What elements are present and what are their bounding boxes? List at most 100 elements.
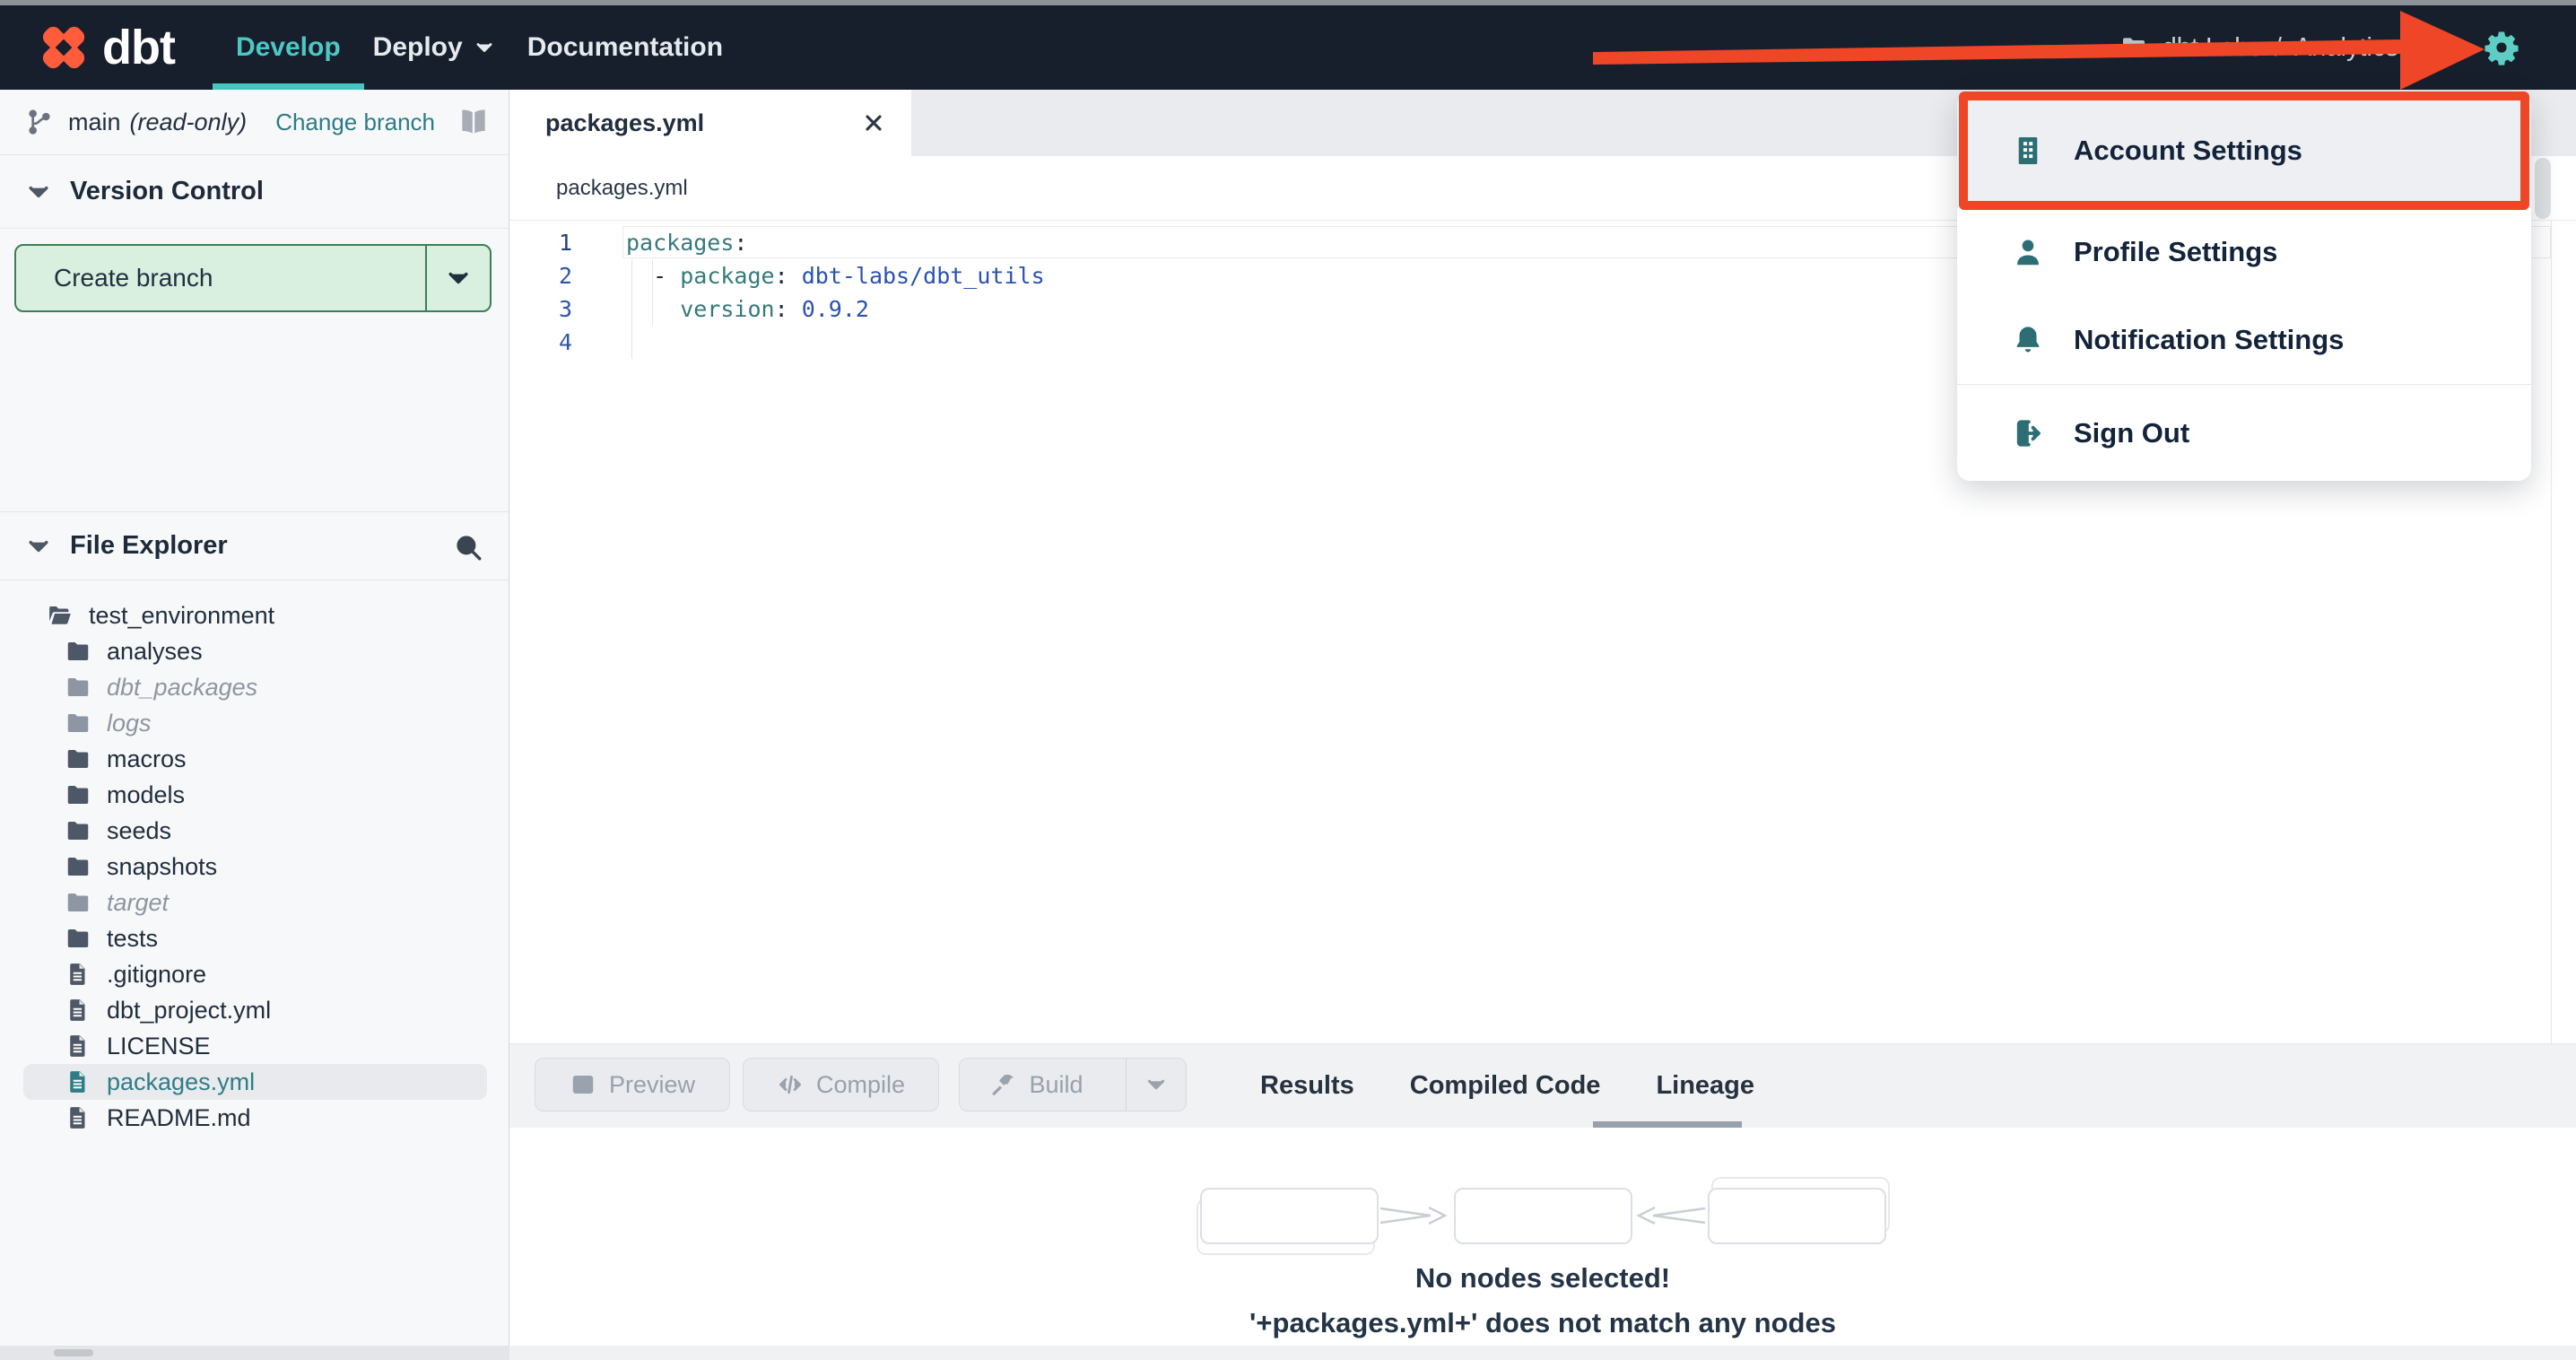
create-branch-button[interactable]: Create branch bbox=[14, 244, 492, 312]
chevron-down-icon bbox=[25, 533, 52, 560]
sidebar-scrollbar-track[interactable] bbox=[0, 1346, 509, 1360]
menu-item-label: Account Settings bbox=[2074, 135, 2302, 166]
tree-item-models[interactable]: models bbox=[23, 777, 487, 813]
org-folder-icon bbox=[2119, 33, 2148, 62]
menu-item-label: Sign Out bbox=[2074, 416, 2190, 449]
tree-item-label: tests bbox=[107, 924, 159, 952]
tree-item-dbt-packages[interactable]: dbt_packages bbox=[23, 669, 487, 705]
tree-item-label: .gitignore bbox=[107, 960, 207, 988]
code-text: packages: bbox=[626, 230, 748, 256]
org-name: dbt Labs bbox=[2162, 32, 2262, 62]
file-icon bbox=[65, 1068, 91, 1095]
tree-item-label: analyses bbox=[107, 637, 203, 665]
tree-item-label: test_environment bbox=[89, 601, 275, 629]
active-tab-underline bbox=[1593, 1121, 1742, 1128]
sidebar: main (read-only) Change branch Version C… bbox=[0, 90, 509, 1346]
user-settings-menu: Account Settings Profile Settings Notifica… bbox=[1957, 93, 2531, 481]
file-icon bbox=[65, 997, 91, 1024]
menu-item-notification-settings[interactable]: Notification Settings bbox=[1957, 296, 2531, 384]
docs-book-icon[interactable] bbox=[457, 105, 491, 139]
tree-item-label: snapshots bbox=[107, 852, 218, 880]
tree-item-macros[interactable]: macros bbox=[23, 741, 487, 777]
settings-gear-icon[interactable] bbox=[2483, 29, 2520, 66]
tree-item-readme-md[interactable]: README.md bbox=[23, 1100, 487, 1136]
folder-open-icon bbox=[47, 602, 74, 629]
panel-tab-lineage[interactable]: Lineage bbox=[1656, 1071, 1754, 1101]
sign-out-icon bbox=[2011, 416, 2045, 450]
nav-links: Develop Deploy Documentation bbox=[213, 5, 755, 90]
help-icon[interactable] bbox=[2418, 31, 2450, 64]
nav-item-deploy[interactable]: Deploy bbox=[373, 5, 495, 90]
tree-item-label: LICENSE bbox=[107, 1032, 211, 1059]
indent-guide bbox=[652, 259, 653, 326]
folder-icon bbox=[65, 710, 91, 737]
line-number: 1 bbox=[558, 230, 572, 256]
close-icon[interactable] bbox=[861, 110, 886, 135]
file-icon bbox=[65, 961, 91, 988]
lineage-skeleton-node bbox=[1200, 1188, 1379, 1244]
tree-item-label: packages.yml bbox=[107, 1068, 256, 1095]
git-branch-icon bbox=[25, 108, 54, 136]
folder-icon bbox=[65, 638, 91, 665]
file-explorer-header[interactable]: File Explorer bbox=[0, 511, 509, 580]
version-control-header[interactable]: Version Control bbox=[0, 155, 509, 229]
right-panel-handle[interactable] bbox=[2535, 158, 2551, 219]
dbt-logo-icon bbox=[36, 20, 91, 75]
change-branch-link[interactable]: Change branch bbox=[275, 109, 435, 136]
code-text: - package: dbt-labs/dbt_utils bbox=[626, 263, 1045, 289]
nav-item-label: Deploy bbox=[372, 32, 463, 62]
nav-item-documentation[interactable]: Documentation bbox=[527, 5, 723, 90]
tree-item-snapshots[interactable]: snapshots bbox=[23, 849, 487, 885]
search-icon[interactable] bbox=[453, 532, 483, 562]
tab-packages-yml[interactable]: packages.yml bbox=[509, 90, 911, 156]
dbt-logo[interactable]: dbt bbox=[36, 20, 176, 75]
scrollbar-thumb[interactable] bbox=[54, 1349, 93, 1356]
folder-icon bbox=[65, 925, 91, 952]
tree-item-license[interactable]: LICENSE bbox=[23, 1028, 487, 1064]
project-name: Analytics bbox=[2293, 32, 2398, 62]
org-project-breadcrumb: dbt Labs / Analytics bbox=[2163, 33, 2398, 63]
dbt-cloud-ide: dbt Develop Deploy Documentation dbt Labs … bbox=[0, 0, 2576, 1360]
tree-item-packages-yml[interactable]: packages.yml bbox=[23, 1064, 487, 1100]
lineage-panel: No nodes selected! '+packages.yml+' does… bbox=[509, 1128, 2576, 1346]
top-navbar: dbt Develop Deploy Documentation dbt Labs … bbox=[0, 5, 2576, 90]
nav-item-develop[interactable]: Develop bbox=[213, 5, 364, 90]
bell-icon bbox=[2011, 323, 2045, 357]
tree-item-logs[interactable]: logs bbox=[23, 705, 487, 741]
menu-item-profile-settings[interactable]: Profile Settings bbox=[1957, 208, 2531, 296]
tree-item-seeds[interactable]: seeds bbox=[23, 813, 487, 849]
line-number: 2 bbox=[558, 263, 572, 289]
chevron-down-icon bbox=[474, 37, 495, 58]
panel-tab-results[interactable]: Results bbox=[1260, 1071, 1354, 1101]
logo-text: dbt bbox=[102, 21, 176, 74]
panel-tab-compiled-code[interactable]: Compiled Code bbox=[1410, 1071, 1601, 1101]
file-tree: test_environment analyses dbt_packages logs… bbox=[0, 597, 509, 1136]
file-explorer-title: File Explorer bbox=[70, 531, 228, 560]
menu-item-label: Notification Settings bbox=[2074, 324, 2345, 355]
account-area[interactable]: dbt Labs / Analytics bbox=[2119, 5, 2520, 90]
panel-bottom-strip bbox=[509, 1346, 2576, 1360]
menu-item-sign-out[interactable]: Sign Out bbox=[1957, 385, 2531, 481]
nav-item-label: Documentation bbox=[527, 32, 724, 62]
file-icon bbox=[65, 1033, 91, 1059]
panel-tabs: Results Compiled Code Lineage bbox=[509, 1044, 1754, 1128]
breadcrumb-file: packages.yml bbox=[556, 175, 688, 200]
tree-item-gitignore[interactable]: .gitignore bbox=[23, 956, 487, 992]
tree-item-target[interactable]: target bbox=[23, 885, 487, 920]
folder-icon bbox=[65, 889, 91, 916]
tree-item-label: models bbox=[107, 780, 186, 808]
create-branch-dropdown-toggle[interactable] bbox=[425, 246, 490, 310]
nav-item-label: Develop bbox=[235, 32, 341, 62]
tree-item-analyses[interactable]: analyses bbox=[23, 633, 487, 669]
code-text: version: 0.9.2 bbox=[680, 296, 869, 322]
menu-item-account-settings[interactable]: Account Settings bbox=[1957, 93, 2531, 208]
line-number: 3 bbox=[558, 296, 572, 322]
file-icon bbox=[65, 1104, 91, 1131]
chevron-down-icon bbox=[25, 179, 52, 205]
user-icon bbox=[2011, 235, 2045, 269]
branch-row: main (read-only) Change branch bbox=[0, 90, 509, 155]
tree-item-tests[interactable]: tests bbox=[23, 920, 487, 956]
lineage-connector-arrow bbox=[1636, 1206, 1706, 1225]
tree-item-dbt-project-yml[interactable]: dbt_project.yml bbox=[23, 992, 487, 1028]
tree-item-test-environment[interactable]: test_environment bbox=[23, 597, 487, 633]
